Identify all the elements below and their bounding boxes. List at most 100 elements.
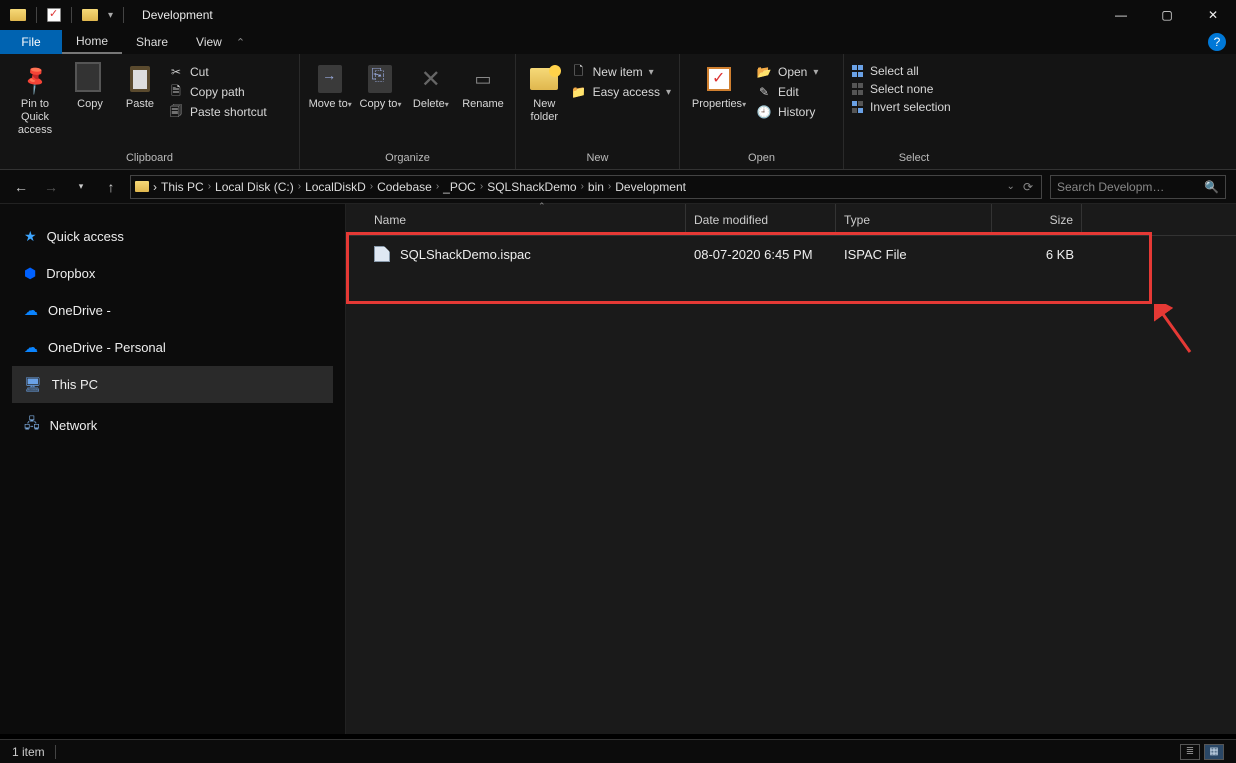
group-label-select: Select xyxy=(852,152,976,167)
copy-button[interactable]: Copy xyxy=(68,58,112,111)
tab-home[interactable]: Home xyxy=(62,30,122,54)
history-button[interactable]: 🕘History xyxy=(756,104,818,120)
move-to-icon xyxy=(318,65,342,93)
close-button[interactable]: ✕ xyxy=(1190,0,1236,30)
up-button[interactable]: ↑ xyxy=(100,176,122,198)
folder-icon[interactable] xyxy=(82,9,98,21)
navigation-pane: ★Quick access ⬢Dropbox ☁ OneDrive - ☁ OneD… xyxy=(0,204,346,734)
rename-icon: ▭ xyxy=(474,69,491,90)
file-name: SQLShackDemo.ispac xyxy=(400,247,531,262)
edit-button[interactable]: ✎Edit xyxy=(756,84,818,100)
sidebar-item-dropbox[interactable]: ⬢Dropbox xyxy=(12,255,333,292)
move-to-button[interactable]: Move to▾ xyxy=(308,58,352,111)
pin-quick-access-button[interactable]: 📌 Pin to Quick access xyxy=(8,58,62,138)
breadcrumb-item[interactable]: SQLShackDemo› xyxy=(487,180,584,194)
paste-shortcut-button[interactable]: 🗐Paste shortcut xyxy=(168,104,267,120)
sidebar-item-label: OneDrive - xyxy=(48,303,111,318)
cloud-icon: ☁ xyxy=(24,302,38,319)
refresh-icon[interactable]: ⟳ xyxy=(1023,180,1033,194)
recent-locations-button[interactable]: ▾ xyxy=(70,176,92,198)
folder-icon xyxy=(135,181,149,192)
ribbon-group-clipboard: 📌 Pin to Quick access Copy Paste ✂ Cut 🗎 C… xyxy=(0,54,300,169)
open-button[interactable]: 📂Open▾ xyxy=(756,64,818,80)
chevron-down-icon[interactable]: ▾ xyxy=(108,10,113,21)
breadcrumb-item[interactable]: Codebase› xyxy=(377,180,439,194)
copy-path-icon: 🗎 xyxy=(168,84,184,100)
network-icon: 🖧 xyxy=(24,413,40,437)
pin-label: Pin to Quick access xyxy=(8,98,62,138)
file-list-pane: ⌃ Name Date modified Type Size SQLShackD… xyxy=(346,204,1236,734)
file-icon xyxy=(374,246,390,262)
select-all-button[interactable]: Select all xyxy=(852,64,951,78)
delete-button[interactable]: ✕ Delete▾ xyxy=(409,58,453,111)
easy-access-label: Easy access xyxy=(593,85,660,99)
collapse-ribbon-icon[interactable]: ⌃ xyxy=(236,36,245,49)
new-item-button[interactable]: 🗋New item▾ xyxy=(571,64,671,80)
select-none-button[interactable]: Select none xyxy=(852,82,951,96)
ribbon-group-select: Select all Select none Invert selection … xyxy=(844,54,984,169)
properties-qat-icon[interactable] xyxy=(47,8,61,22)
breadcrumb-item[interactable]: Development xyxy=(615,180,686,194)
folder-icon[interactable] xyxy=(10,9,26,21)
window-title: Development xyxy=(142,8,213,22)
rename-button[interactable]: ▭ Rename xyxy=(459,58,507,111)
new-folder-icon xyxy=(530,68,558,90)
file-menu[interactable]: File xyxy=(0,30,62,54)
cut-icon: ✂ xyxy=(168,64,184,80)
sidebar-item-this-pc[interactable]: 🖥This PC xyxy=(12,366,333,403)
maximize-button[interactable]: ▢ xyxy=(1144,0,1190,30)
minimize-button[interactable]: — xyxy=(1098,0,1144,30)
column-header-name[interactable]: Name xyxy=(366,204,686,235)
properties-button[interactable]: Properties▾ xyxy=(688,58,750,111)
cloud-icon: ☁ xyxy=(24,339,38,356)
chevron-down-icon[interactable]: ⌄ xyxy=(1007,181,1015,192)
column-header-size[interactable]: Size xyxy=(992,204,1082,235)
sort-indicator-icon: ⌃ xyxy=(538,201,546,212)
help-icon[interactable]: ? xyxy=(1208,33,1226,51)
ribbon-tabs: File Home Share View ⌃ ? xyxy=(0,30,1236,54)
move-to-label: Move to xyxy=(309,98,348,110)
copy-path-label: Copy path xyxy=(190,85,245,99)
breadcrumb-item[interactable]: bin› xyxy=(588,180,611,194)
cut-button[interactable]: ✂ Cut xyxy=(168,64,267,80)
breadcrumb-item[interactable]: LocalDiskD› xyxy=(305,180,373,194)
properties-icon xyxy=(707,67,731,91)
tab-view[interactable]: View xyxy=(182,30,236,54)
back-button[interactable]: ← xyxy=(10,176,32,198)
file-modified: 08-07-2020 6:45 PM xyxy=(686,247,836,262)
breadcrumb-bar[interactable]: › This PC› Local Disk (C:)› LocalDiskD› … xyxy=(130,175,1042,199)
file-row[interactable]: SQLShackDemo.ispac 08-07-2020 6:45 PM IS… xyxy=(346,240,1236,268)
separator xyxy=(36,7,37,23)
column-header-type[interactable]: Type xyxy=(836,204,992,235)
copy-path-button[interactable]: 🗎 Copy path xyxy=(168,84,267,100)
status-item-count: 1 item xyxy=(12,745,45,759)
sidebar-item-network[interactable]: 🖧Network xyxy=(12,403,333,447)
thumbnails-view-button[interactable]: ▦ xyxy=(1204,744,1224,760)
copy-to-button[interactable]: Copy to▾ xyxy=(358,58,402,111)
column-header-modified[interactable]: Date modified xyxy=(686,204,836,235)
chevron-right-icon[interactable]: › xyxy=(153,180,157,194)
sidebar-item-onedrive[interactable]: ☁ OneDrive - xyxy=(12,292,333,329)
breadcrumb-item[interactable]: This PC› xyxy=(161,180,211,194)
properties-label: Properties xyxy=(692,98,742,110)
easy-access-button[interactable]: 📁Easy access▾ xyxy=(571,84,671,100)
dropbox-icon: ⬢ xyxy=(24,265,36,282)
paste-button[interactable]: Paste xyxy=(118,58,162,111)
sidebar-item-quick-access[interactable]: ★Quick access xyxy=(12,218,333,255)
invert-selection-button[interactable]: Invert selection xyxy=(852,100,951,114)
sidebar-item-label: OneDrive - Personal xyxy=(48,340,166,355)
search-input[interactable]: Search Developm… 🔍 xyxy=(1050,175,1226,199)
breadcrumb-item[interactable]: Local Disk (C:)› xyxy=(215,180,301,194)
new-folder-button[interactable]: New folder xyxy=(524,58,565,124)
sidebar-item-onedrive-personal[interactable]: ☁ OneDrive - Personal xyxy=(12,329,333,366)
breadcrumb-item[interactable]: _POC› xyxy=(443,180,483,194)
select-all-label: Select all xyxy=(870,64,919,78)
forward-button[interactable]: → xyxy=(40,176,62,198)
group-label-new: New xyxy=(524,152,671,167)
title-bar: ▾ Development — ▢ ✕ xyxy=(0,0,1236,30)
tab-share[interactable]: Share xyxy=(122,30,182,54)
invert-selection-label: Invert selection xyxy=(870,100,951,114)
select-none-label: Select none xyxy=(870,82,933,96)
details-view-button[interactable]: ≣ xyxy=(1180,744,1200,760)
cut-label: Cut xyxy=(190,65,209,79)
